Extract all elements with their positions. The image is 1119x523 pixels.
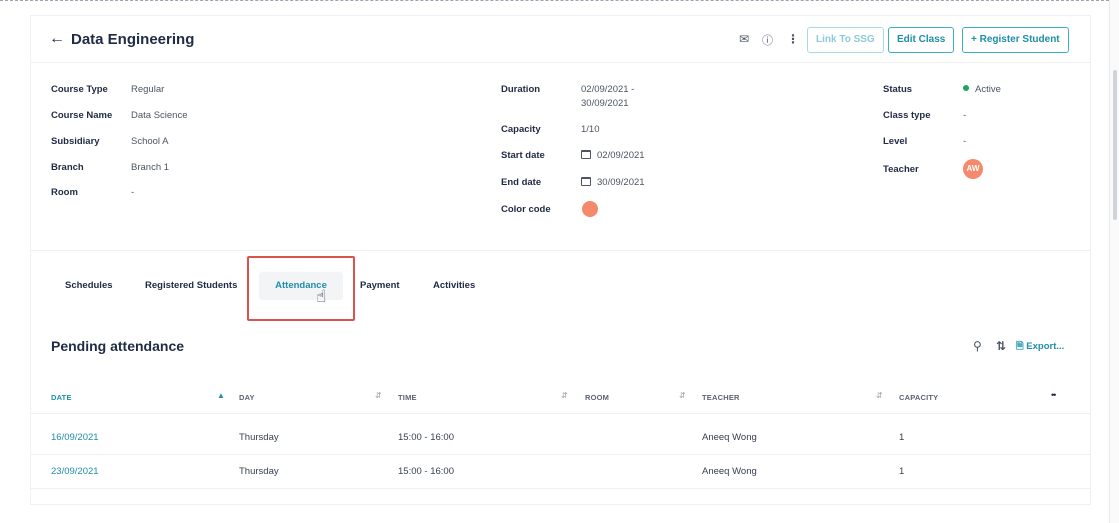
duration-end: 30/09/2021	[581, 98, 629, 109]
teacher-label: Teacher	[883, 164, 919, 175]
level-value: -	[963, 136, 967, 147]
class-detail-card: ← Data Engineering ✉ ⓘ ⋮ Link To SSG Edi…	[30, 15, 1091, 505]
table-row-divider	[31, 488, 1090, 489]
edit-class-button[interactable]: Edit Class	[888, 27, 955, 53]
tab-registered-students[interactable]: Registered Students	[145, 280, 237, 291]
search-icon[interactable]: ⚲	[973, 339, 982, 353]
level-label: Level	[883, 136, 908, 147]
row-time: 15:00 - 16:00	[398, 432, 454, 443]
row-capacity: 1	[899, 432, 905, 443]
link-to-ssg-button[interactable]: Link To SSG	[807, 27, 884, 53]
column-header-date[interactable]: DATE	[51, 393, 72, 402]
mail-icon[interactable]: ✉	[739, 32, 749, 46]
row-time: 15:00 - 16:00	[398, 466, 454, 477]
column-header-day[interactable]: DAY	[239, 393, 255, 402]
row-teacher: Aneeq Wong	[702, 466, 757, 477]
detail-label: Course Type	[51, 84, 108, 95]
row-day: Thursday	[239, 466, 279, 477]
status-label: Status	[883, 84, 913, 95]
export-label: Export...	[1026, 341, 1065, 352]
color-code-label: Color code	[501, 204, 551, 215]
detail-value: Data Science	[131, 110, 188, 121]
filter-sliders-icon[interactable]: ⇅	[996, 339, 1006, 353]
section-title: Pending attendance	[51, 338, 185, 354]
teacher-avatar[interactable]: AW	[963, 159, 983, 179]
capacity-value: 1/10	[581, 124, 600, 135]
arrow-left-icon[interactable]: ←	[49, 30, 65, 48]
end-date-value: 30/09/2021	[581, 176, 645, 189]
tab-schedules[interactable]: Schedules	[65, 280, 113, 291]
tab-payment[interactable]: Payment	[360, 280, 400, 291]
sort-icon[interactable]: ⇵	[375, 391, 382, 400]
detail-label: Subsidiary	[51, 136, 100, 147]
end-date-text: 30/09/2021	[597, 177, 645, 188]
page-header: ← Data Engineering ✉ ⓘ ⋮ Link To SSG Edi…	[31, 16, 1090, 63]
detail-value: Regular	[131, 84, 165, 95]
table-row-divider	[31, 454, 1090, 455]
page-title: Data Engineering	[71, 31, 195, 48]
column-header-room[interactable]: ROOM	[585, 393, 609, 402]
class-type-value: -	[963, 110, 967, 121]
sort-icon[interactable]: ⇵	[679, 391, 686, 400]
duration-label: Duration	[501, 84, 541, 95]
scrollbar-thumb[interactable]	[1113, 70, 1117, 220]
column-header-teacher[interactable]: TEACHER	[702, 393, 740, 402]
detail-label: Branch	[51, 162, 84, 173]
status-text: Active	[975, 84, 1001, 95]
class-details: Course Type Regular Course Name Data Sci…	[31, 64, 1090, 250]
hand-pointer-icon: ☝	[316, 287, 327, 306]
sort-icon[interactable]: ⇵	[561, 391, 568, 400]
sort-icon[interactable]: ⇵	[876, 391, 883, 400]
status-dot-icon	[963, 85, 969, 91]
scrollbar[interactable]	[1109, 0, 1119, 523]
tab-activities[interactable]: Activities	[433, 280, 475, 291]
detail-value: -	[131, 187, 135, 198]
row-capacity: 1	[899, 466, 905, 477]
detail-label: Room	[51, 187, 78, 198]
table-divider	[31, 413, 1090, 414]
row-date-link[interactable]: 23/09/2021	[51, 466, 99, 477]
row-day: Thursday	[239, 432, 279, 443]
status-badge: Active	[963, 83, 1001, 96]
section-divider	[31, 250, 1090, 251]
class-type-label: Class type	[883, 110, 931, 121]
column-options-icon[interactable]: ••	[1051, 390, 1056, 400]
color-code-swatch	[582, 201, 598, 217]
duration-start: 02/09/2021 -	[581, 84, 635, 95]
row-teacher: Aneeq Wong	[702, 432, 757, 443]
more-vertical-icon[interactable]: ⋮	[787, 32, 799, 46]
calendar-icon	[581, 150, 591, 159]
row-date-link[interactable]: 16/09/2021	[51, 432, 99, 443]
highlight-box	[247, 256, 355, 321]
register-student-button[interactable]: + Register Student	[962, 27, 1069, 53]
column-header-time[interactable]: TIME	[398, 393, 417, 402]
detail-label: Course Name	[51, 110, 113, 121]
sort-icon[interactable]: ▲	[217, 391, 225, 400]
start-date-value: 02/09/2021	[581, 149, 645, 162]
pause-icon[interactable]: ⓘ	[762, 32, 773, 48]
detail-value: Branch 1	[131, 162, 170, 173]
export-button[interactable]: 🗎 Export...	[1016, 339, 1064, 355]
detail-value: School A	[131, 136, 169, 147]
capacity-label: Capacity	[501, 124, 541, 135]
start-date-text: 02/09/2021	[597, 150, 645, 161]
end-date-label: End date	[501, 177, 542, 188]
column-header-capacity[interactable]: CAPACITY	[899, 393, 938, 402]
calendar-icon	[581, 177, 591, 186]
start-date-label: Start date	[501, 150, 545, 161]
